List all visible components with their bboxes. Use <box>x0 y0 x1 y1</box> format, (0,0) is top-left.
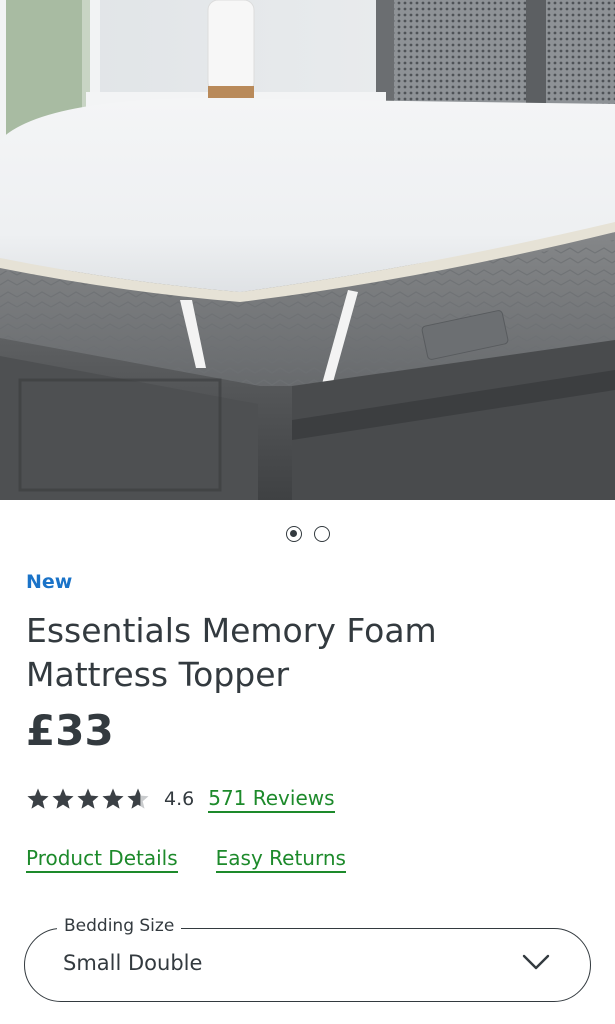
star-rating <box>26 787 150 811</box>
star-icon <box>127 788 149 809</box>
star-icon <box>52 788 74 809</box>
carousel-dot-2[interactable] <box>313 526 330 542</box>
product-photo-illustration <box>0 0 615 500</box>
image-carousel-dots <box>0 526 615 542</box>
product-page: New Essentials Memory Foam Mattress Topp… <box>0 0 615 1024</box>
bedding-size-value: Small Double <box>63 951 203 975</box>
star-icon <box>77 788 99 809</box>
easy-returns-link[interactable]: Easy Returns <box>215 846 346 873</box>
info-links: Product Details Easy Returns <box>26 846 346 873</box>
rating-value: 4.6 <box>164 788 195 810</box>
carousel-dot-1[interactable] <box>285 526 302 542</box>
star-icon <box>27 788 49 809</box>
bedding-size-select[interactable]: Bedding Size Small Double <box>24 916 591 1002</box>
product-details-link[interactable]: Product Details <box>26 846 178 873</box>
new-badge: New <box>26 571 73 593</box>
bedding-size-label: Bedding Size <box>57 916 182 936</box>
product-price: £33 <box>26 706 114 755</box>
chevron-down-icon <box>522 953 550 975</box>
product-title: Essentials Memory Foam Mattress Topper <box>26 611 437 694</box>
star-icon <box>102 788 124 809</box>
product-image[interactable] <box>0 0 615 500</box>
rating-row: 4.6 571 Reviews <box>26 784 335 814</box>
reviews-link[interactable]: 571 Reviews <box>208 786 335 813</box>
